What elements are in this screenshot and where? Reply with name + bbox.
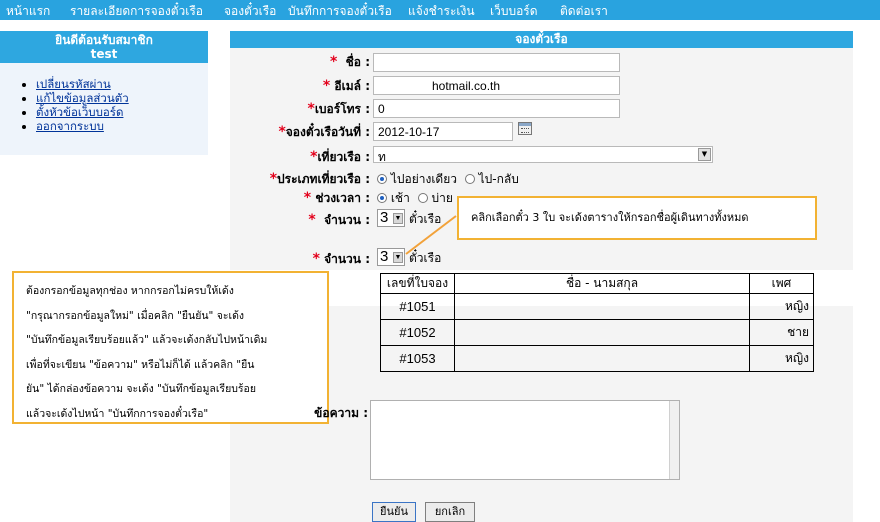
confirm-button[interactable]: ยืนยัน [372, 502, 416, 522]
col-sex: เพศ [749, 273, 814, 294]
table-row: #1051 หญิง [380, 293, 814, 320]
top-navigation: หน้าแรก รายละเอียดการจองตั๋วเรือ จองตั๋ว… [0, 0, 880, 20]
trip-type-group: ไปอย่างเดียว ไป-กลับ [377, 170, 523, 189]
table-row: #1052 ชาย [380, 319, 814, 346]
instruction-line: ต้องกรอกข้อมูลทุกช่อง หากกรอกไม่ครบให้เด… [26, 285, 234, 297]
name-input[interactable] [373, 53, 620, 72]
qty-label-row: * จำนวน : [308, 212, 370, 228]
name-label-row: * ชื่อ : [329, 54, 370, 70]
nav-booking-records[interactable]: บันทึกการจองตั๋วเรือ [288, 2, 392, 21]
required-mark: * [312, 251, 320, 267]
sex-cell[interactable]: ชาย [749, 319, 814, 346]
name-label: ชื่อ [345, 55, 361, 69]
date-input[interactable]: 2012-10-17 [373, 122, 513, 141]
qty-select-2[interactable]: 3 ▼ [377, 248, 405, 266]
trip-label-row: *เที่ยวเรือ : [310, 149, 370, 165]
callout-ticket-hint: คลิกเลือกตั๋ว 3 ใบ จะเด้งตารางให้กรอกชื่… [457, 196, 817, 240]
nav-contact[interactable]: ติดต่อเรา [560, 2, 608, 21]
form-title: จองตั๋วเรือ [230, 31, 853, 48]
required-mark: * [308, 212, 316, 228]
instruction-line: เพื่อที่จะเขียน "ข้อความ" หรือไม่ก็ได้ แ… [26, 358, 255, 371]
required-mark: * [329, 54, 338, 70]
col-fullname: ชื่อ - นามสกุล [454, 273, 750, 294]
qty-label-row-2: * จำนวน : [312, 251, 370, 267]
change-password-link[interactable]: เปลี่ยนรหัสผ่าน [36, 77, 111, 91]
booking-no-cell: #1052 [380, 319, 455, 346]
phone-label: เบอร์โทร [314, 102, 361, 116]
period-label-row: * ช่วงเวลา : [303, 190, 370, 206]
booking-no-cell: #1051 [380, 293, 455, 320]
qty-label-2: จำนวน [324, 252, 361, 266]
instruction-line: ยัน" ได้กล่องข้อความ จะเด้ง "บันทึกข้อมู… [26, 383, 256, 395]
email-label: อีเมล์ [334, 79, 361, 93]
email-label-row: * อีเมล์ : [322, 78, 370, 94]
sidebar-item-edit-profile: แก้ไขข้อมูลส่วนตัว [36, 91, 129, 105]
one-way-label: ไปอย่างเดียว [390, 172, 457, 186]
instruction-line: "บันทึกข้อมูลเรียบร้อยแล้ว" แล้วจะเด้งกล… [26, 334, 268, 346]
required-mark: * [269, 171, 278, 187]
qty-value: 3 [380, 209, 389, 226]
sidebar-item-change-password: เปลี่ยนรหัสผ่าน [36, 77, 129, 91]
callout-instructions: ต้องกรอกข้อมูลทุกช่อง หากกรอกไม่ครบให้เด… [12, 271, 329, 424]
date-label: จองตั๋วเรือวันที่ [285, 125, 361, 139]
welcome-text: ยินดีต้อนรับสมาชิก [55, 33, 153, 47]
edit-profile-link[interactable]: แก้ไขข้อมูลส่วนตัว [36, 91, 129, 105]
required-mark: * [303, 190, 312, 206]
fullname-cell[interactable] [454, 319, 750, 346]
new-topic-link[interactable]: ตั้งหัวข้อเว็บบอร์ด [36, 105, 123, 119]
trip-label: เที่ยวเรือ [317, 150, 361, 164]
sex-cell[interactable]: หญิง [749, 293, 814, 320]
trip-type-label-row: *ประเภทเที่ยวเรือ : [269, 171, 370, 187]
sex-cell[interactable]: หญิง [749, 345, 814, 372]
qty-label: จำนวน [324, 213, 361, 227]
message-label: ข้อความ [314, 406, 359, 420]
afternoon-label: บ่าย [431, 191, 453, 205]
required-mark: * [278, 124, 286, 140]
nav-book-ticket[interactable]: จองตั๋วเรือ [224, 2, 276, 21]
instruction-line: แล้วจะเด้งไปหน้า "บันทึกการจองตั๋วเรือ" [26, 407, 209, 420]
chevron-down-icon[interactable]: ▼ [698, 148, 711, 161]
radio-afternoon[interactable] [417, 193, 428, 203]
radio-round-trip[interactable] [464, 174, 475, 184]
required-mark: * [322, 78, 331, 94]
message-textarea[interactable] [370, 400, 680, 480]
fullname-cell[interactable] [454, 345, 750, 372]
date-label-row: *จองตั๋วเรือวันที่ : [278, 124, 370, 140]
radio-one-way[interactable] [377, 174, 387, 184]
trip-type-label: ประเภทเที่ยวเรือ [277, 172, 361, 186]
qty-unit-2: ตั๋วเรือ [409, 251, 442, 265]
period-group: เช้า บ่าย [377, 189, 457, 208]
logout-link[interactable]: ออกจากระบบ [36, 119, 104, 133]
fullname-cell[interactable] [454, 293, 750, 320]
col-booking-no: เลขที่ใบจอง [380, 273, 455, 294]
calendar-icon[interactable] [518, 122, 532, 135]
nav-webboard[interactable]: เว็บบอร์ด [490, 2, 538, 21]
sidebar-item-logout: ออกจากระบบ [36, 119, 129, 133]
phone-input[interactable]: 0 [373, 99, 620, 118]
chevron-down-icon: ▼ [393, 252, 403, 263]
email-input[interactable]: hotmail.co.th [373, 76, 620, 95]
username: test [90, 47, 118, 61]
required-mark: * [307, 101, 315, 117]
nav-payment[interactable]: แจ้งชำระเงิน [408, 2, 475, 21]
morning-label: เช้า [390, 191, 410, 205]
sidebar-header: ยินดีต้อนรับสมาชิก test [0, 31, 208, 63]
booking-no-cell: #1053 [380, 345, 455, 372]
nav-home[interactable]: หน้าแรก [6, 2, 50, 21]
cancel-button[interactable]: ยกเลิก [425, 502, 475, 522]
instruction-line: "กรุณากรอกข้อมูลใหม่" เมื่อคลิก "ยืนยัน"… [26, 309, 245, 322]
qty-value-2: 3 [380, 248, 389, 265]
scrollbar[interactable] [669, 401, 679, 479]
sidebar-item-new-topic: ตั้งหัวข้อเว็บบอร์ด [36, 105, 129, 119]
nav-booking-details[interactable]: รายละเอียดการจองตั๋วเรือ [70, 2, 203, 21]
round-trip-label: ไป-กลับ [478, 172, 519, 186]
table-row: #1053 หญิง [380, 345, 814, 372]
sidebar-menu: เปลี่ยนรหัสผ่าน แก้ไขข้อมูลส่วนตัว ตั้งห… [0, 63, 208, 155]
radio-morning[interactable] [377, 193, 387, 203]
message-label-row: ข้อความ : [314, 406, 368, 420]
passenger-table: เลขที่ใบจอง ชื่อ - นามสกุล เพศ #1051 หญิ… [380, 273, 814, 372]
trip-select[interactable]: ท [373, 146, 713, 163]
period-label: ช่วงเวลา [315, 191, 361, 205]
phone-label-row: *เบอร์โทร : [307, 101, 371, 117]
